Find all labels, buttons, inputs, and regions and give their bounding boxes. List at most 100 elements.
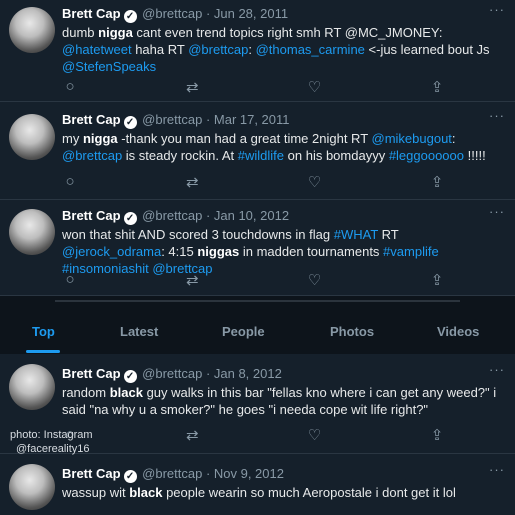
tweet-date[interactable]: · Mar 17, 2011 xyxy=(206,112,290,127)
tweet-actions: ○ ⇄ ♡ ⇪ xyxy=(62,271,445,289)
tweet-text-segment: won that shit AND scored 3 touchdowns in… xyxy=(62,227,334,242)
tweet-date[interactable]: · Nov 9, 2012 xyxy=(206,466,284,481)
handle[interactable]: @brettcap xyxy=(142,6,202,21)
tweet[interactable]: Brett Cap ✓ @brettcap · Jun 28, 2011 ··· … xyxy=(0,0,515,102)
more-options-icon[interactable]: ··· xyxy=(489,362,505,377)
display-name[interactable]: Brett Cap xyxy=(62,466,121,481)
more-options-icon[interactable]: ··· xyxy=(489,2,505,17)
like-icon[interactable]: ♡ xyxy=(307,173,323,191)
tweet-text-segment: : xyxy=(248,42,256,57)
tweet-text-segment: random xyxy=(62,385,110,400)
active-tab-indicator xyxy=(26,350,60,353)
tweet-link[interactable]: @brettcap xyxy=(188,42,248,57)
tweet-link[interactable]: @thomas_carmine xyxy=(256,42,365,57)
handle[interactable]: @brettcap xyxy=(142,112,202,127)
scrollbar[interactable] xyxy=(55,300,460,302)
tweet[interactable]: Brett Cap ✓ @brettcap · Mar 17, 2011 ··· … xyxy=(0,102,515,200)
tweet-link[interactable]: #WHAT xyxy=(334,227,378,242)
tweet-date[interactable]: · Jan 10, 2012 xyxy=(206,208,289,223)
tweet-text: dumb nigga cant even trend topics right … xyxy=(62,24,503,75)
tweet-link[interactable]: @mikebugout xyxy=(372,131,452,146)
tweet-date[interactable]: · Jan 8, 2012 xyxy=(206,366,282,381)
avatar[interactable] xyxy=(9,464,55,510)
tweet-link[interactable]: #vamplife xyxy=(383,244,439,259)
share-icon[interactable]: ⇪ xyxy=(429,173,445,191)
avatar[interactable] xyxy=(9,209,55,255)
tweet-text-segment: wassup wit xyxy=(62,485,130,500)
verified-icon: ✓ xyxy=(123,212,137,225)
tweet-actions: ○ ⇄ ♡ ⇪ xyxy=(62,426,445,444)
highlighted-term: black xyxy=(109,385,143,400)
more-options-icon[interactable]: ··· xyxy=(489,204,505,219)
retweet-icon[interactable]: ⇄ xyxy=(184,271,200,289)
highlighted-term: nigga xyxy=(98,25,133,40)
tweet-text-segment: RT xyxy=(378,227,399,242)
tweet-link[interactable]: #leggoooooo xyxy=(389,148,464,163)
tweet-text: my nigga -thank you man had a great time… xyxy=(62,130,503,164)
highlighted-term: niggas xyxy=(197,244,240,259)
tab-videos[interactable]: Videos xyxy=(437,324,479,339)
tweet-actions: ○ ⇄ ♡ ⇪ xyxy=(62,78,445,96)
tab-people[interactable]: People xyxy=(222,324,265,339)
reply-icon[interactable]: ○ xyxy=(62,173,78,191)
tweet-link[interactable]: @StefenSpeaks xyxy=(62,59,156,74)
handle[interactable]: @brettcap xyxy=(142,208,202,223)
retweet-icon[interactable]: ⇄ xyxy=(184,78,200,96)
like-icon[interactable]: ♡ xyxy=(307,426,323,444)
display-name[interactable]: Brett Cap xyxy=(62,366,121,381)
more-options-icon[interactable]: ··· xyxy=(489,108,505,123)
verified-icon: ✓ xyxy=(123,116,137,129)
tweet[interactable]: Brett Cap ✓ @brettcap · Nov 9, 2012 ··· w… xyxy=(0,454,515,515)
tweet-text: wassup wit black people wearin so much A… xyxy=(62,484,503,501)
tweet-text-segment: in madden tournaments xyxy=(239,244,384,259)
more-options-icon[interactable]: ··· xyxy=(489,462,505,477)
share-icon[interactable]: ⇪ xyxy=(429,78,445,96)
tweet-link[interactable]: @jerock_odrama xyxy=(62,244,161,259)
tab-latest[interactable]: Latest xyxy=(120,324,158,339)
tweet-text-segment: cant even trend topics right smh RT @MC_… xyxy=(132,25,443,40)
highlighted-term: nigga xyxy=(82,131,118,146)
reply-icon[interactable]: ○ xyxy=(62,78,78,96)
verified-icon: ✓ xyxy=(123,370,137,383)
highlighted-term: black xyxy=(129,485,163,500)
retweet-icon[interactable]: ⇄ xyxy=(184,426,200,444)
tweet-text: won that shit AND scored 3 touchdowns in… xyxy=(62,226,503,277)
share-icon[interactable]: ⇪ xyxy=(429,426,445,444)
tweet[interactable]: Brett Cap ✓ @brettcap · Jan 10, 2012 ··· … xyxy=(0,200,515,296)
display-name[interactable]: Brett Cap xyxy=(62,6,121,21)
tweet-actions: ○ ⇄ ♡ ⇪ xyxy=(62,173,445,191)
handle[interactable]: @brettcap xyxy=(142,366,202,381)
retweet-icon[interactable]: ⇄ xyxy=(184,173,200,191)
watermark-handle: @facereality16 xyxy=(16,443,90,455)
tweet-text-segment: !!!!! xyxy=(464,148,486,163)
handle[interactable]: @brettcap xyxy=(142,466,202,481)
share-icon[interactable]: ⇪ xyxy=(429,271,445,289)
tweet-text-segment: -thank you man had a great time 2night R… xyxy=(117,131,372,146)
tweet-text-segment: : 4:15 xyxy=(161,244,198,259)
display-name[interactable]: Brett Cap xyxy=(62,208,121,223)
tweet-link[interactable]: @brettcap xyxy=(62,148,122,163)
tweet-link[interactable]: @hatetweet xyxy=(62,42,132,57)
avatar[interactable] xyxy=(9,364,55,410)
tweet-link[interactable]: #wildlife xyxy=(238,148,284,163)
avatar[interactable] xyxy=(9,7,55,53)
tweet-text-segment: <-jus learned bout Js xyxy=(364,42,490,57)
display-name[interactable]: Brett Cap xyxy=(62,112,121,127)
like-icon[interactable]: ♡ xyxy=(307,271,323,289)
tweet-header: Brett Cap ✓ @brettcap · Mar 17, 2011 xyxy=(62,112,290,129)
verified-icon: ✓ xyxy=(123,470,137,483)
tab-photos[interactable]: Photos xyxy=(330,324,374,339)
tweet-header: Brett Cap ✓ @brettcap · Jan 8, 2012 xyxy=(62,366,282,383)
tab-top[interactable]: Top xyxy=(32,324,55,339)
tweet-header: Brett Cap ✓ @brettcap · Jan 10, 2012 xyxy=(62,208,289,225)
tweet-date[interactable]: · Jun 28, 2011 xyxy=(206,6,288,21)
tweet-text: random black guy walks in this bar "fell… xyxy=(62,384,503,418)
like-icon[interactable]: ♡ xyxy=(307,78,323,96)
photo-credit-watermark: photo: Instagram @facereality16 xyxy=(10,428,93,456)
reply-icon[interactable]: ○ xyxy=(62,271,78,289)
search-filter-bar: Top Latest People Photos Videos xyxy=(0,296,515,354)
avatar[interactable] xyxy=(9,114,55,160)
tweet-text-segment: is steady rockin. At xyxy=(122,148,238,163)
watermark-source: photo: Instagram xyxy=(10,429,93,441)
tweet-header: Brett Cap ✓ @brettcap · Jun 28, 2011 xyxy=(62,6,288,23)
